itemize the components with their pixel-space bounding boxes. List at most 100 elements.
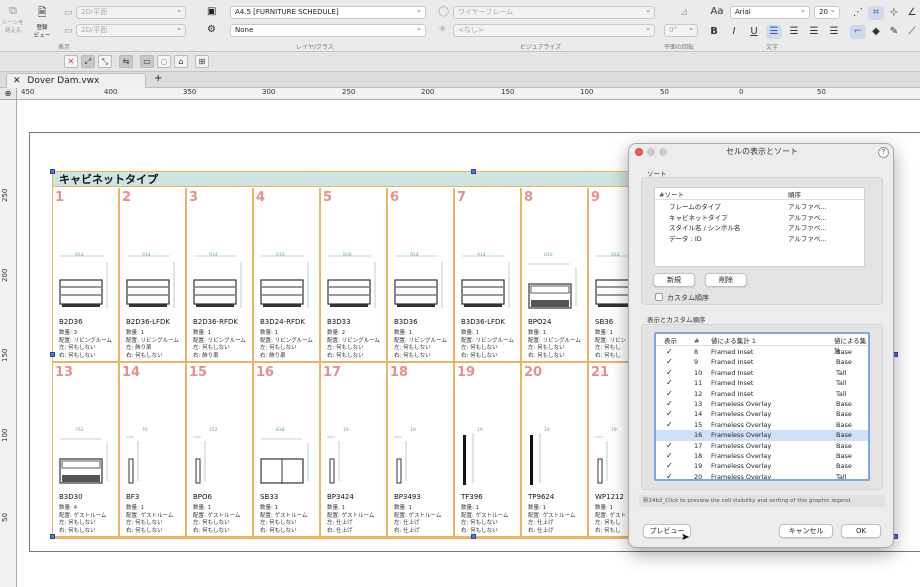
mode-2-icon[interactable]: ⤢ [81,55,95,68]
visibility-row[interactable]: ✓ 10 Framed Inset Tall [656,368,868,378]
visibility-check[interactable]: ✓ [666,409,673,419]
cabinet-schedule[interactable]: キャビネットタイプ 1 914 B2D36 数量: 3 配置: リビングルーム 左: 何も… [52,171,653,539]
sort-list[interactable]: #ソート 順序 フレームのタイプ アルファベ... キャビネットタイプ アルファベ..… [654,187,866,267]
visibility-row[interactable]: ✓ 9 Framed Inset Base [656,357,868,367]
visibility-row[interactable]: ✓ 20 Frameless Overlay Tall [656,472,868,479]
visibility-check[interactable]: ✓ [666,420,673,430]
mode-3-icon[interactable]: ⤡ [98,55,112,68]
saved-view-button[interactable]: 🗎 登録 ビュー [31,4,53,39]
mode-1-icon[interactable]: ✕ [64,55,78,68]
layer-select[interactable]: A4.5 [FURNITURE SCHEDULE] [230,6,426,19]
visibility-list[interactable]: 表示 # 値による集計 1 値による集計 ✓ 8 Framed Inset Base ✓… [654,332,870,481]
custom-order-checkbox[interactable] [655,293,663,301]
visibility-row[interactable]: ✓ 15 Frameless Overlay Base [656,420,868,430]
lighting-select[interactable]: <なし> [453,24,655,37]
visibility-row[interactable]: ✓ 17 Frameless Overlay Base [656,441,868,451]
sort-row[interactable]: データ : ID アルファベ... [655,234,866,244]
align-left-button[interactable]: ☰ [766,25,782,39]
snap-grid-icon[interactable]: ⌗ [868,6,884,20]
ruler-corner[interactable]: ⊕ [0,88,17,100]
scene-button[interactable]: ⧉ シーンを 適える [2,4,24,38]
polygon-mode-icon[interactable]: ⌂ [174,55,188,68]
font-select[interactable]: Arial [730,6,810,19]
schedule-cell[interactable]: 7 914 B3D36-LFDK 数量: 1 配置: リビングルーム 左: 何もしない 右:… [455,188,522,363]
visibility-check[interactable]: ✓ [666,461,673,471]
schedule-cell[interactable]: 20 19 TP9624 数量: 1 配置: ゲストルーム 左: 仕上げ 右: 仕上げ [522,363,589,538]
plane-rotation-icon[interactable]: ⊿ [676,6,692,20]
schedule-cell[interactable]: 13 762 B3D30 数量: 4 配置: ゲストルーム 左: 何もしない 右: 何もしな… [53,363,120,538]
schedule-cell[interactable]: 3 914 B2D36-RFDK 数量: 1 配置: リビングルーム 左: 何もしない 右:… [187,188,254,363]
schedule-cell[interactable]: 15 152 BPO6 数量: 1 配置: ゲストルーム 左: 何もしない 右: 何もしない [187,363,254,538]
plane-angle-field[interactable]: 0° [664,24,698,37]
render-mode-select[interactable]: ワイヤーフレーム [453,6,655,19]
document-tab[interactable]: ✕ Dover Dam.vwx [6,73,146,88]
schedule-cell[interactable]: 6 914 B3D36 数量: 1 配置: リビングルーム 左: 何もしない 右: 何もしな… [388,188,455,363]
align-right-button[interactable]: ☰ [806,25,822,39]
ok-button[interactable]: OK [841,524,881,538]
snap-angle-icon[interactable]: ∠ [904,6,920,20]
schedule-cell[interactable]: 8 610 BPO24 数量: 1 配置: リビングルーム 左: 何もしない 右: 何もしな… [522,188,589,363]
selection-handle[interactable] [471,169,476,174]
help-button[interactable]: ? [878,147,889,158]
bold-button[interactable]: B [706,25,722,39]
line-style-icon[interactable]: ⌐ [850,25,866,39]
visibility-row[interactable]: ✓ 18 Frameless Overlay Base [656,451,868,461]
visibility-check[interactable]: ✓ [666,357,673,367]
stroke-icon[interactable]: ⟋ [904,25,920,39]
selection-handle[interactable] [50,352,55,357]
visibility-check[interactable]: ✓ [666,347,673,357]
visibility-check[interactable]: ✓ [666,389,673,399]
text-style-icon[interactable]: Aa [707,5,727,19]
visibility-check[interactable]: ✓ [666,451,673,461]
class-select[interactable]: None [230,24,426,37]
visibility-row[interactable]: 16 Frameless Overlay Base [656,430,868,441]
selection-handle[interactable] [471,534,476,539]
cancel-button[interactable]: キャンセル [779,524,833,538]
visibility-check[interactable]: ✓ [666,472,673,479]
pen-icon[interactable]: ✎ [886,25,902,39]
selection-handle[interactable] [50,169,55,174]
selection-handle[interactable] [50,534,55,539]
visibility-check[interactable]: ✓ [666,368,673,378]
underline-button[interactable]: U [746,25,762,39]
sort-row[interactable]: キャビネットタイプ アルファベ... [655,213,866,223]
schedule-cell[interactable]: 19 19 TF396 数量: 1 配置: ゲストルーム 左: 何もしない 右: 何もしない [455,363,522,538]
delete-sort-button[interactable]: 削除 [705,273,747,287]
schedule-cell[interactable]: 5 838 B3D33 数量: 2 配置: リビングルーム 左: 何もしない 右: 何もしな… [321,188,388,363]
visibility-row[interactable]: ✓ 12 Framed Inset Tall [656,389,868,399]
visibility-check[interactable]: ✓ [666,378,673,388]
close-tab-icon[interactable]: ✕ [13,76,21,86]
schedule-cell[interactable]: 16 838 SB33 数量: 1 配置: ゲストルーム 左: 何もしない 右: 何もしない [254,363,321,538]
font-size-select[interactable]: 20 [814,6,840,19]
sort-row[interactable]: スタイル名 / シンボル名 アルファベ... [655,223,866,233]
visibility-row[interactable]: ✓ 13 Frameless Overlay Base [656,399,868,409]
sort-row[interactable]: フレームのタイプ アルファベ... [655,202,866,212]
schedule-cell[interactable]: 1 914 B2D36 数量: 3 配置: リビングルーム 左: 何もしない 右: 何もしな… [53,188,120,363]
visibility-row[interactable]: ✓ 11 Framed Inset Tall [656,378,868,388]
mode-4-icon[interactable]: ⇆ [119,55,133,68]
italic-button[interactable]: I [726,25,742,39]
schedule-cell[interactable]: 17 19 BP3424 数量: 1 配置: ゲストルーム 左: 仕上げ 右: 仕上げ [321,363,388,538]
attributes-icon[interactable]: ⋰ [850,6,866,20]
mode-8-icon[interactable]: ⊞ [195,55,209,68]
add-tab-button[interactable]: + [154,73,162,84]
schedule-cell[interactable]: 14 76 BF3 数量: 1 配置: ゲストルーム 左: 何もしない 右: 何もしない [120,363,187,538]
schedule-cell[interactable]: 18 19 BP3493 数量: 1 配置: ゲストルーム 左: 仕上げ 右: 仕上げ [388,363,455,538]
visibility-row[interactable]: ✓ 19 Frameless Overlay Base [656,461,868,471]
horizontal-ruler[interactable]: 450 400 350 300 250 200 150 100 50 0 50 [17,88,920,100]
new-sort-button[interactable]: 新規 [653,273,695,287]
visibility-row[interactable]: ✓ 14 Frameless Overlay Base [656,409,868,419]
vertical-ruler[interactable]: 250 200 150 100 50 [0,100,17,587]
view-select-2[interactable]: 2D/平面 [76,24,186,37]
view-select-1[interactable]: 2D/平面 [76,6,186,19]
visibility-check[interactable]: ✓ [666,399,673,409]
align-center-button[interactable]: ☰ [786,25,802,39]
schedule-cell[interactable]: 2 914 B2D36-LFDK 数量: 1 配置: リビングルーム 左: 飾り扉 右: 何… [120,188,187,363]
snap-objects-icon[interactable]: ⊹ [886,6,902,20]
justify-button[interactable]: ☰ [826,25,842,39]
lasso-mode-icon[interactable]: ◌ [157,55,171,68]
visibility-check[interactable]: ✓ [666,441,673,451]
visibility-row[interactable]: ✓ 8 Framed Inset Base [656,347,868,357]
rectangle-mode-icon[interactable]: ▭ [140,55,154,68]
schedule-cell[interactable]: 4 610 B3D24-RFDK 数量: 1 配置: リビングルーム 左: 何もしない 右:… [254,188,321,363]
